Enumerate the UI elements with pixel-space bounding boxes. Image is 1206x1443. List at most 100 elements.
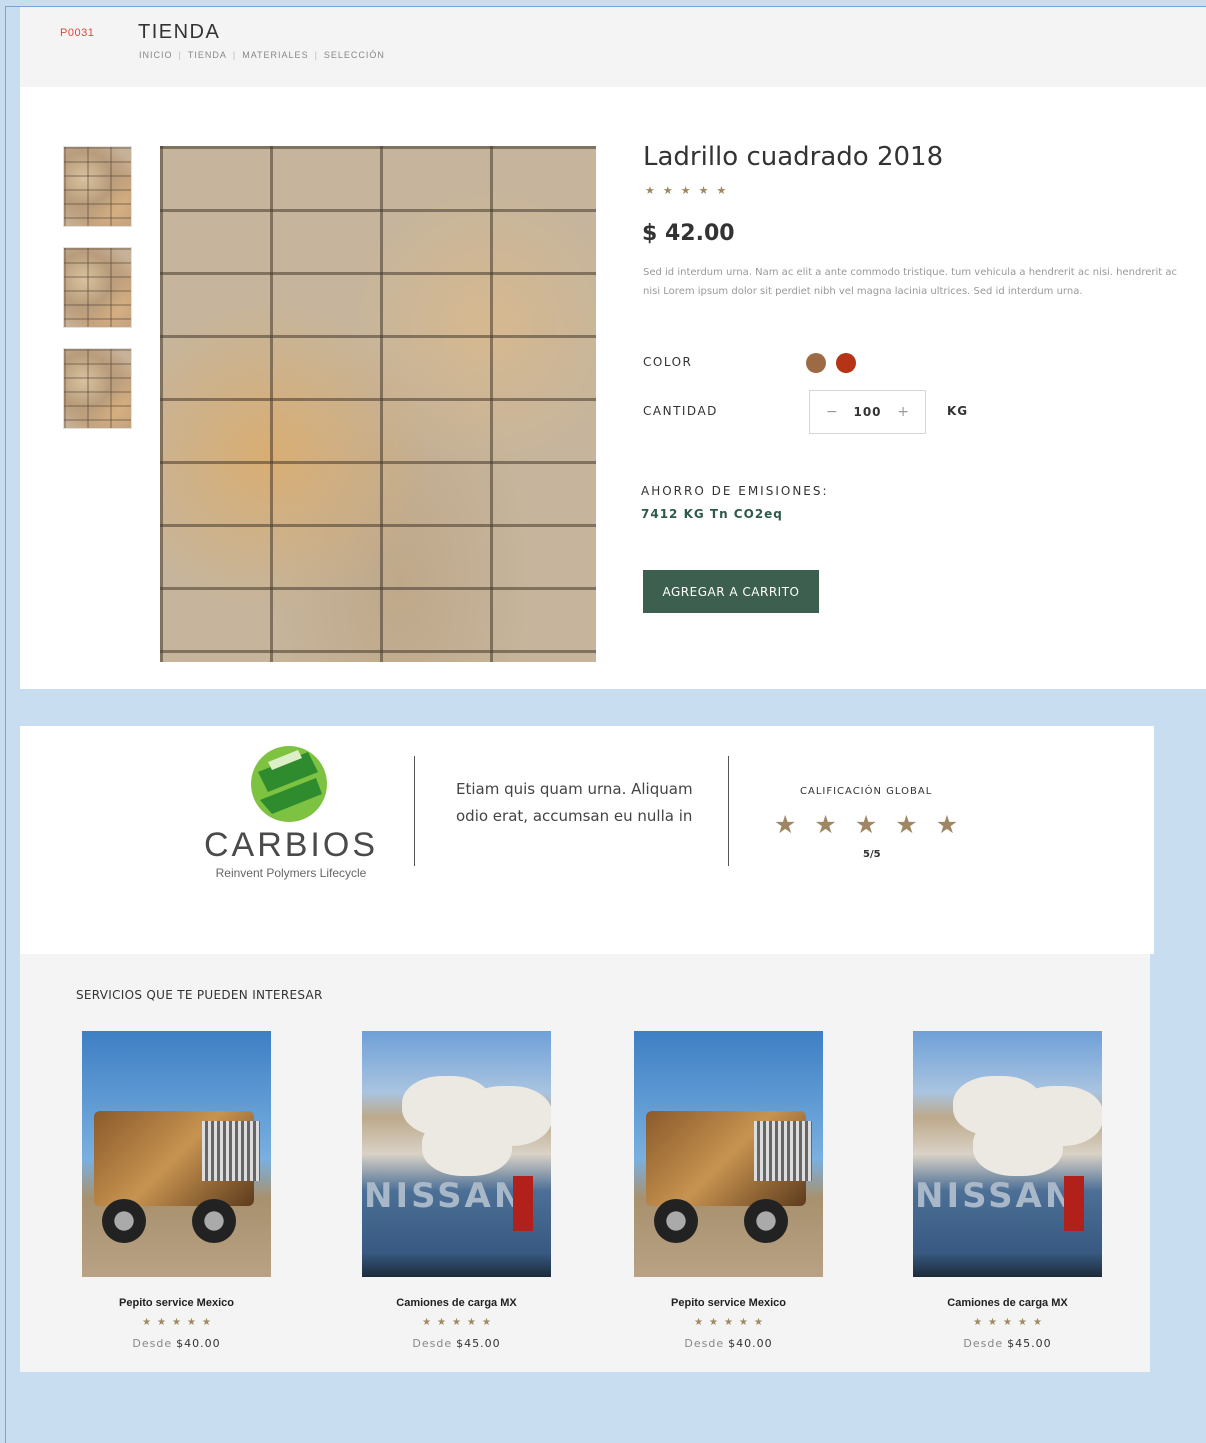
quantity-increase-button[interactable]: + [897,404,909,420]
breadcrumb-separator: | [314,50,318,60]
cargo-sack [422,1116,512,1176]
services-section: SERVICIOS QUE TE PUEDEN INTERESAR Pepito… [20,954,1150,1372]
price-value: $40.00 [728,1337,773,1350]
star-icon: ★ [988,1317,998,1328]
quantity-value[interactable]: 100 [853,405,881,419]
star-icon: ★ [709,1317,719,1328]
star-icon: ★ [724,1317,733,1328]
carbios-logo-icon [251,746,327,822]
star-icon: ★ [716,184,727,197]
star-icon: ★ [694,1317,704,1328]
star-icon: ★ [201,1317,211,1328]
breadcrumb-separator: | [232,50,237,60]
star-icon: ★ [662,184,673,197]
service-name[interactable]: Camiones de carga MX [913,1297,1102,1309]
truck-brand-text: NISSAN [364,1176,526,1216]
emissions-label: AHORRO DE EMISIONES: [641,484,829,498]
price-prefix: Desde [963,1337,1004,1350]
color-swatch-red[interactable] [836,353,856,373]
page-title: TIENDA [138,21,221,43]
star-icon: ★ [854,810,878,839]
price-prefix: Desde [412,1337,453,1350]
service-rating: ★ ★ ★ ★ ★ [913,1317,1102,1328]
breadcrumb-seleccion[interactable]: SELECCIÓN [324,50,385,60]
service-name[interactable]: Pepito service Mexico [634,1297,823,1309]
breadcrumb: INICIO | TIENDA | MATERIALES | SELECCIÓN [139,50,385,60]
service-price: Desde $40.00 [82,1337,271,1350]
price-prefix: Desde [132,1337,173,1350]
star-icon: ★ [1017,1317,1027,1328]
truck-grill [754,1121,812,1181]
seller-tagline: Reinvent Polymers Lifecycle [215,866,367,880]
star-icon: ★ [157,1317,167,1328]
service-image-pickup-truck[interactable]: NISSAN [362,1031,551,1277]
service-rating: ★ ★ ★ ★ ★ [362,1317,551,1328]
star-icon: ★ [186,1317,196,1328]
star-icon: ★ [698,184,709,197]
services-title: SERVICIOS QUE TE PUEDEN INTERESAR [76,988,323,1002]
truck-wheel [102,1199,146,1243]
product-thumbnail-3[interactable] [63,348,132,429]
global-rating-stars: ★ ★ ★ ★ ★ [774,810,958,839]
seller-band: CARBIOS Reinvent Polymers Lifecycle Etia… [20,726,1154,954]
quantity-label: CANTIDAD [643,404,718,418]
add-to-cart-button[interactable]: AGREGAR A CARRITO [643,570,819,613]
breadcrumb-materiales[interactable]: MATERIALES [242,50,308,60]
seller-description: Etiam quis quam urna. Aliquam odio erat,… [456,780,693,825]
truck-wheel [654,1199,698,1243]
service-price: Desde $40.00 [634,1337,823,1350]
star-icon: ★ [738,1317,748,1328]
color-swatch-brown[interactable] [806,353,826,373]
star-icon: ★ [680,184,691,197]
star-icon: ★ [973,1317,983,1328]
product-thumbnail-2[interactable] [63,247,132,328]
price-prefix: Desde [684,1337,725,1350]
page-header: P0031 TIENDA INICIO | TIENDA | MATERIALE… [20,7,1206,87]
product-code: P0031 [60,27,95,39]
product-rating: ★ ★ ★ ★ ★ [645,184,726,197]
product-main-image [160,146,596,662]
star-icon: ★ [774,810,797,839]
seller-logo[interactable]: CARBIOS Reinvent Polymers Lifecycle [198,742,384,880]
quantity-unit: KG [947,404,969,418]
frame-border-left [5,6,6,1443]
service-image-pickup-truck[interactable]: NISSAN [913,1031,1102,1277]
price-value: $40.00 [176,1337,221,1350]
service-name[interactable]: Pepito service Mexico [82,1297,271,1309]
service-name[interactable]: Camiones de carga MX [362,1297,551,1309]
service-image-dump-truck[interactable] [82,1031,271,1277]
star-icon: ★ [452,1317,461,1328]
star-icon: ★ [422,1317,432,1328]
service-price: Desde $45.00 [362,1337,551,1350]
truck-wheel [744,1199,788,1243]
divider [728,756,729,866]
truck-grill [202,1121,260,1181]
divider [414,756,415,866]
star-icon: ★ [466,1317,476,1328]
product-thumbnail-1[interactable] [63,146,132,227]
star-icon: ★ [935,810,959,839]
global-rating-value: 5/5 [863,849,881,860]
tail-light [1064,1176,1084,1231]
truck-wheel [192,1199,236,1243]
breadcrumb-inicio[interactable]: INICIO [139,50,173,60]
star-icon: ★ [1032,1317,1042,1328]
star-icon: ★ [142,1317,152,1328]
price-value: $45.00 [456,1337,501,1350]
emissions-value: 7412 KG Tn CO2eq [641,507,783,521]
star-icon: ★ [172,1317,181,1328]
star-icon: ★ [895,810,918,839]
star-icon: ★ [753,1317,763,1328]
service-image-dump-truck[interactable] [634,1031,823,1277]
quantity-decrease-button[interactable]: − [826,404,838,420]
color-label: COLOR [643,355,693,369]
tail-light [513,1176,533,1231]
product-price: $ 42.00 [642,221,735,246]
product-description: Sed id interdum urna. Nam ac elit a ante… [643,267,1178,297]
quantity-stepper: − 100 + [809,390,926,434]
breadcrumb-tienda[interactable]: TIENDA [188,50,227,60]
star-icon: ★ [1003,1317,1012,1328]
star-icon: ★ [481,1317,491,1328]
star-icon: ★ [814,810,837,839]
price-value: $45.00 [1007,1337,1052,1350]
